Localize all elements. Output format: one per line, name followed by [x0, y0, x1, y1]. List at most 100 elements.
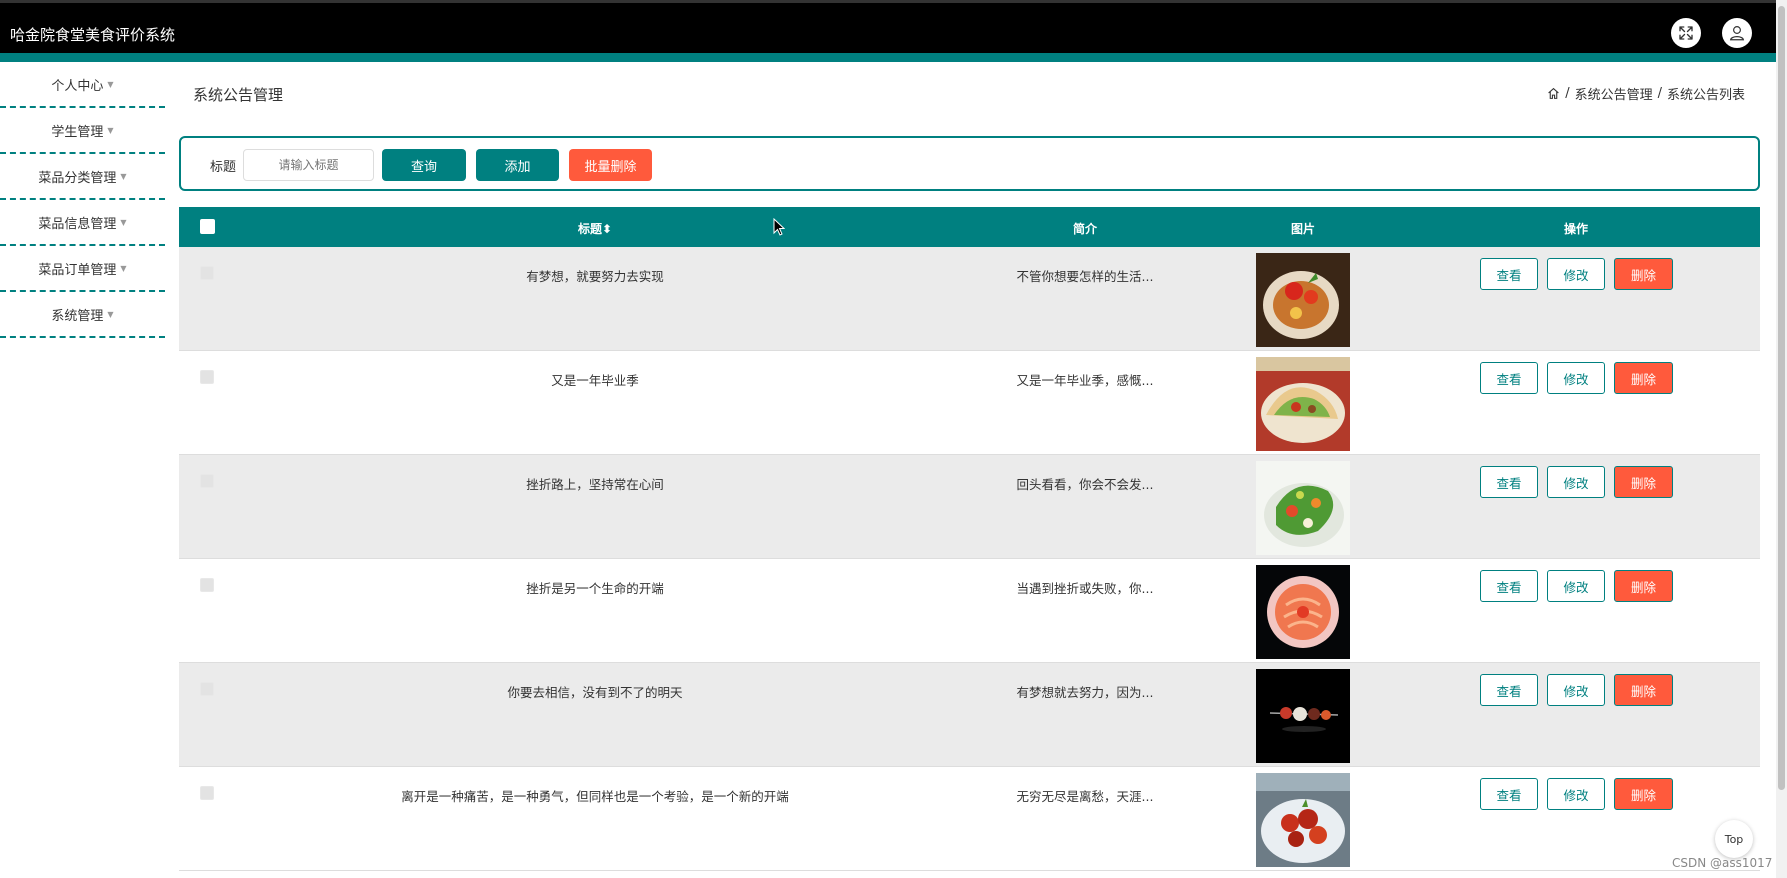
query-button[interactable]: 查询	[382, 149, 466, 181]
page-title: 系统公告管理	[193, 86, 284, 104]
row-intro: 当遇到挫折或失败，你...	[1016, 581, 1154, 596]
breadcrumb-item-notice-management[interactable]: 系统公告管理	[1575, 84, 1653, 103]
row-title: 离开是一种痛苦，是一种勇气，但同样也是一个考验，是一个新的开端	[401, 789, 789, 804]
view-button[interactable]: 查看	[1480, 674, 1538, 706]
add-button[interactable]: 添加	[476, 149, 559, 181]
row-intro: 又是一年毕业季，感慨...	[1016, 373, 1154, 388]
delete-button[interactable]: 删除	[1614, 778, 1673, 810]
sidebar-item-personal-center[interactable]: 个人中心 ▼	[0, 62, 165, 108]
table-row: 离开是一种痛苦，是一种勇气，但同样也是一个考验，是一个新的开端 无穷无尽是离愁，…	[179, 767, 1760, 871]
sidebar-item-label: 个人中心	[51, 78, 104, 94]
delete-button[interactable]: 删除	[1614, 466, 1673, 498]
sidebar-item-dish-orders[interactable]: 菜品订单管理 ▼	[0, 246, 165, 292]
column-header-intro: 简介	[1072, 222, 1098, 236]
view-button[interactable]: 查看	[1480, 258, 1538, 290]
delete-button[interactable]: 删除	[1614, 570, 1673, 602]
column-header-image: 图片	[1290, 222, 1316, 236]
batch-delete-button[interactable]: 批量删除	[569, 149, 652, 181]
mouse-cursor-icon	[773, 218, 785, 236]
edit-button[interactable]: 修改	[1547, 362, 1605, 394]
sidebar-item-label: 学生管理	[51, 124, 104, 140]
caret-down-icon: ▼	[107, 309, 114, 319]
breadcrumb-item-notice-list: 系统公告列表	[1666, 88, 1745, 103]
search-title-input[interactable]	[243, 149, 374, 181]
row-checkbox[interactable]	[200, 682, 214, 696]
breadcrumb-separator: /	[1657, 86, 1662, 101]
search-bar: 标题 查询 添加 批量删除	[179, 136, 1760, 191]
edit-button[interactable]: 修改	[1547, 674, 1605, 706]
fullscreen-button[interactable]	[1671, 18, 1701, 48]
edit-button[interactable]: 修改	[1547, 778, 1605, 810]
food-image[interactable]	[1256, 253, 1350, 347]
notice-table: 标题⬍ 简介 图片 操作 有梦想，就要努力去实现 不管你想要怎样的生活... 查…	[179, 207, 1760, 871]
row-title: 挫折路上，坚持常在心间	[526, 477, 664, 492]
table-row: 挫折是另一个生命的开端 当遇到挫折或失败，你... 查看 修改 删除	[179, 559, 1760, 663]
view-button[interactable]: 查看	[1480, 570, 1538, 602]
view-button[interactable]: 查看	[1480, 362, 1538, 394]
food-image[interactable]	[1256, 565, 1350, 659]
row-checkbox[interactable]	[200, 474, 214, 488]
top-header: 哈金院食堂美食评价系统	[0, 0, 1776, 62]
user-icon	[1729, 26, 1745, 41]
header-accent-strip	[0, 53, 1776, 62]
page-scrollbar[interactable]	[1776, 0, 1787, 878]
sidebar: 个人中心 ▼ 学生管理 ▼ 菜品分类管理 ▼ 菜品信息管理 ▼ 菜品订单管理 ▼ 系统管理…	[0, 62, 165, 338]
watermark: CSDN @ass1017	[1672, 856, 1773, 870]
select-all-checkbox[interactable]	[200, 219, 215, 234]
view-button[interactable]: 查看	[1480, 778, 1538, 810]
delete-button[interactable]: 删除	[1614, 674, 1673, 706]
edit-button[interactable]: 修改	[1547, 258, 1605, 290]
row-title: 又是一年毕业季	[551, 373, 639, 388]
row-title: 挫折是另一个生命的开端	[526, 581, 664, 596]
edit-button[interactable]: 修改	[1547, 466, 1605, 498]
caret-down-icon: ▼	[120, 171, 127, 181]
caret-down-icon: ▼	[107, 125, 114, 135]
row-checkbox[interactable]	[200, 578, 214, 592]
back-to-top-button[interactable]: Top	[1715, 820, 1753, 858]
edit-button[interactable]: 修改	[1547, 570, 1605, 602]
user-button[interactable]	[1722, 18, 1752, 48]
row-checkbox[interactable]	[200, 266, 214, 280]
food-image[interactable]	[1256, 669, 1350, 763]
column-header-title[interactable]: 标题⬍	[578, 220, 612, 237]
column-header-title-label: 标题	[577, 222, 602, 236]
scrollbar-thumb[interactable]	[1778, 6, 1785, 790]
caret-down-icon: ▼	[120, 263, 127, 273]
sidebar-item-dish-info[interactable]: 菜品信息管理 ▼	[0, 200, 165, 246]
sidebar-item-students[interactable]: 学生管理 ▼	[0, 108, 165, 154]
table-row: 挫折路上，坚持常在心间 回头看看，你会不会发... 查看 修改 删除	[179, 455, 1760, 559]
sort-icon: ⬍	[601, 222, 613, 236]
sidebar-item-label: 系统管理	[51, 308, 104, 324]
sidebar-item-label: 菜品订单管理	[38, 262, 117, 278]
breadcrumb-separator: /	[1565, 86, 1570, 101]
table-row: 又是一年毕业季 又是一年毕业季，感慨... 查看 修改 删除	[179, 351, 1760, 455]
table-row: 有梦想，就要努力去实现 不管你想要怎样的生活... 查看 修改 删除	[179, 247, 1760, 351]
row-intro: 回头看看，你会不会发...	[1016, 477, 1154, 492]
row-checkbox[interactable]	[200, 370, 214, 384]
app-title: 哈金院食堂美食评价系统	[10, 26, 176, 44]
sidebar-item-label: 菜品分类管理	[38, 170, 117, 186]
row-title: 有梦想，就要努力去实现	[526, 269, 664, 284]
row-intro: 不管你想要怎样的生活...	[1016, 269, 1154, 284]
row-checkbox[interactable]	[200, 786, 214, 800]
table-row: 你要去相信，没有到不了的明天 有梦想就去努力，因为... 查看 修改 删除	[179, 663, 1760, 767]
sidebar-item-dish-category[interactable]: 菜品分类管理 ▼	[0, 154, 165, 200]
search-title-label: 标题	[210, 160, 237, 175]
expand-icon	[1679, 26, 1693, 40]
caret-down-icon: ▼	[120, 217, 127, 227]
delete-button[interactable]: 删除	[1614, 362, 1673, 394]
food-image[interactable]	[1256, 461, 1350, 555]
sidebar-item-label: 菜品信息管理	[38, 216, 117, 232]
food-image[interactable]	[1256, 773, 1350, 867]
delete-button[interactable]: 删除	[1614, 258, 1673, 290]
row-intro: 有梦想就去努力，因为...	[1016, 685, 1154, 700]
row-title: 你要去相信，没有到不了的明天	[507, 685, 683, 700]
food-image[interactable]	[1256, 357, 1350, 451]
table-header: 标题⬍ 简介 图片 操作	[179, 207, 1760, 247]
column-header-actions: 操作	[1563, 222, 1589, 236]
sidebar-item-system[interactable]: 系统管理 ▼	[0, 292, 165, 338]
breadcrumb: / 系统公告管理 / 系统公告列表	[1547, 84, 1745, 103]
home-icon[interactable]	[1547, 87, 1560, 100]
view-button[interactable]: 查看	[1480, 466, 1538, 498]
caret-down-icon: ▼	[107, 79, 114, 89]
